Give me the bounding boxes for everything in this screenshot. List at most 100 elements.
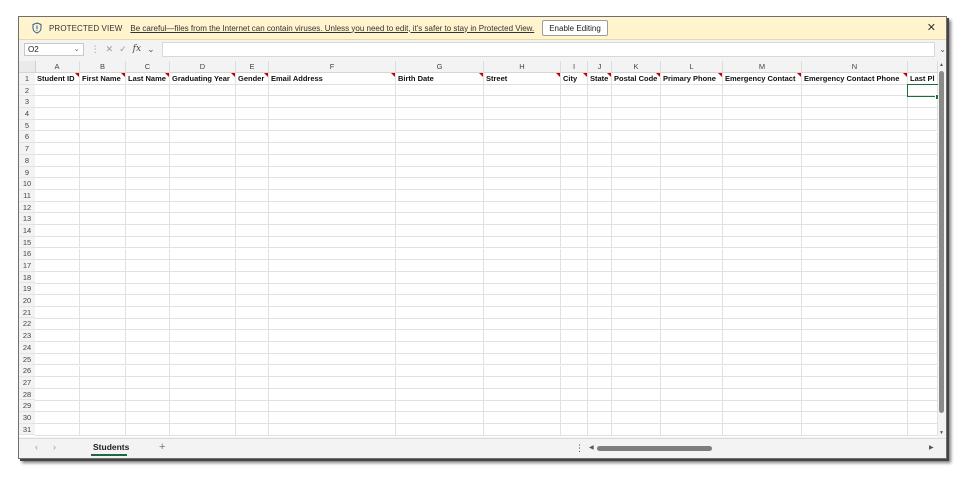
cell[interactable] <box>588 307 612 319</box>
cell[interactable] <box>126 353 170 366</box>
cell[interactable] <box>170 96 236 109</box>
cell[interactable] <box>561 108 588 120</box>
cell[interactable] <box>723 318 802 331</box>
cell[interactable] <box>588 143 612 155</box>
cell[interactable] <box>802 166 908 179</box>
cell[interactable] <box>80 271 126 284</box>
cell[interactable] <box>126 330 170 343</box>
row-header[interactable]: 3 <box>19 96 35 109</box>
cell[interactable] <box>170 131 236 144</box>
cell[interactable] <box>269 318 396 331</box>
cell[interactable] <box>236 154 269 167</box>
cell[interactable] <box>802 248 908 261</box>
cell[interactable] <box>35 213 80 226</box>
cell[interactable] <box>170 260 236 272</box>
cell[interactable] <box>396 412 484 424</box>
cell[interactable] <box>269 377 396 389</box>
comment-indicator-icon[interactable] <box>391 73 395 77</box>
cell[interactable] <box>80 225 126 237</box>
cell[interactable] <box>588 201 612 214</box>
cell[interactable] <box>170 283 236 296</box>
cell[interactable] <box>661 96 723 109</box>
row-header[interactable]: 30 <box>19 411 35 424</box>
cell[interactable] <box>561 271 588 284</box>
header-cell[interactable]: Gender <box>236 73 269 85</box>
cell[interactable] <box>269 353 396 366</box>
cell[interactable] <box>723 190 802 202</box>
cell[interactable] <box>236 248 269 261</box>
cell[interactable] <box>80 236 126 249</box>
cell[interactable] <box>561 236 588 249</box>
cell[interactable] <box>908 318 938 331</box>
worksheet-grid[interactable]: ABCDEFGHIJKLMN 1 2 3 4 5 6 7 8 9 10 11 12 13 14 15 16 17… <box>19 61 938 437</box>
cell[interactable] <box>723 400 802 413</box>
cell[interactable] <box>661 119 723 132</box>
cell[interactable] <box>612 154 661 167</box>
cell[interactable] <box>802 377 908 389</box>
cell[interactable] <box>126 283 170 296</box>
cell[interactable] <box>170 271 236 284</box>
comment-indicator-icon[interactable] <box>121 73 125 77</box>
cell[interactable] <box>908 342 938 354</box>
comment-indicator-icon[interactable] <box>797 73 801 77</box>
cell[interactable] <box>723 96 802 109</box>
cell[interactable] <box>80 283 126 296</box>
cell[interactable] <box>588 119 612 132</box>
cell[interactable] <box>126 412 170 424</box>
cell[interactable] <box>588 400 612 413</box>
header-cell[interactable]: Email Address <box>269 73 396 85</box>
cell[interactable] <box>236 330 269 343</box>
cell[interactable] <box>612 225 661 237</box>
row-header[interactable]: 18 <box>19 271 35 284</box>
cell[interactable] <box>80 424 126 436</box>
cell[interactable] <box>723 119 802 132</box>
cell[interactable] <box>80 96 126 109</box>
cell[interactable] <box>126 307 170 319</box>
header-cell[interactable]: Graduating Year <box>170 73 236 85</box>
cell[interactable] <box>170 201 236 214</box>
comment-indicator-icon[interactable] <box>656 73 660 77</box>
header-cell[interactable]: Emergency Contact Phone <box>802 73 908 85</box>
cell[interactable] <box>802 131 908 144</box>
cell[interactable] <box>236 365 269 378</box>
cell[interactable] <box>588 295 612 307</box>
cell[interactable] <box>661 353 723 366</box>
cell[interactable] <box>661 400 723 413</box>
cell[interactable] <box>561 377 588 389</box>
cell[interactable] <box>170 318 236 331</box>
cell[interactable] <box>236 388 269 401</box>
cell[interactable] <box>588 190 612 202</box>
cell[interactable] <box>661 84 723 97</box>
cell[interactable] <box>723 108 802 120</box>
cell[interactable] <box>126 154 170 167</box>
cell[interactable] <box>908 154 938 167</box>
column-header[interactable]: G <box>396 61 484 72</box>
cell[interactable] <box>588 166 612 179</box>
header-cell[interactable]: Student ID <box>35 73 80 85</box>
cell[interactable] <box>661 143 723 155</box>
cell[interactable] <box>170 190 236 202</box>
cell[interactable] <box>35 84 80 97</box>
comment-indicator-icon[interactable] <box>718 73 722 77</box>
cell[interactable] <box>396 271 484 284</box>
cell[interactable] <box>561 154 588 167</box>
cell[interactable] <box>35 248 80 261</box>
cell[interactable] <box>612 213 661 226</box>
cell[interactable] <box>908 424 938 436</box>
cell[interactable] <box>484 295 561 307</box>
cell[interactable] <box>661 412 723 424</box>
cell[interactable] <box>80 295 126 307</box>
cell[interactable] <box>269 295 396 307</box>
cell[interactable] <box>484 330 561 343</box>
cell[interactable] <box>236 131 269 144</box>
cell[interactable] <box>588 236 612 249</box>
comment-indicator-icon[interactable] <box>264 73 268 77</box>
cell[interactable] <box>802 365 908 378</box>
cell[interactable] <box>236 190 269 202</box>
cell[interactable] <box>723 225 802 237</box>
cell[interactable] <box>661 318 723 331</box>
row-header[interactable]: 7 <box>19 143 35 155</box>
column-header[interactable]: I <box>561 61 588 72</box>
cell[interactable] <box>561 213 588 226</box>
cell[interactable] <box>126 143 170 155</box>
